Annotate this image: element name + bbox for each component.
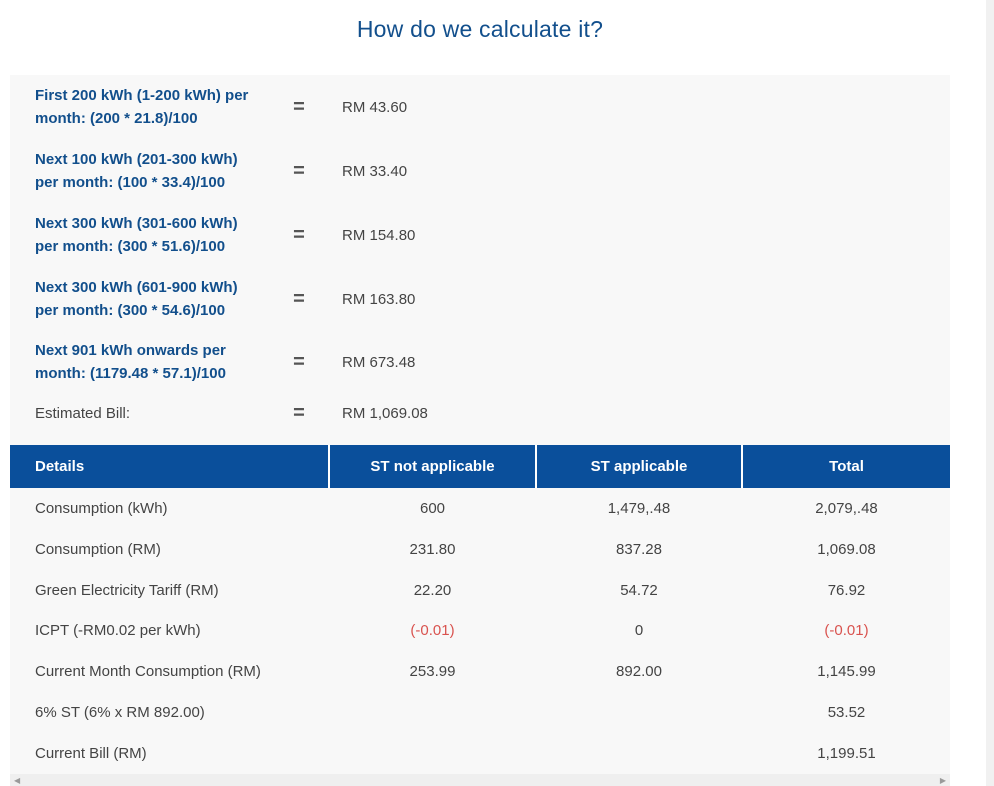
table-body: Consumption (kWh) 600 1,479,.48 2,079,.4… (10, 488, 950, 774)
equals-sign: = (293, 350, 305, 373)
column-header-total: Total (743, 445, 950, 488)
table-cell: 1,199.51 (817, 745, 876, 762)
table-header: Details ST not applicable ST applicable … (10, 445, 950, 488)
table-cell: Current Month Consumption (RM) (35, 663, 261, 680)
table-cell: 600 (419, 500, 446, 517)
table-cell: 231.80 (409, 541, 456, 558)
table-cell: Green Electricity Tariff (RM) (35, 582, 219, 599)
table-row: Current Month Consumption (RM) 253.99 89… (10, 651, 950, 692)
table-cell (330, 692, 535, 733)
calc-value: RM 154.80 (342, 226, 416, 244)
calc-label: Next 901 kWh onwards per month: (1179.48 … (35, 342, 226, 382)
calc-value: RM 673.48 (342, 353, 416, 371)
bill-breakdown-table: Details ST not applicable ST applicable … (10, 445, 950, 774)
calc-label: Next 300 kWh (601-900 kWh) per month: (30… (35, 279, 238, 319)
table-row: Consumption (kWh) 600 1,479,.48 2,079,.4… (10, 488, 950, 529)
calc-value: RM 33.40 (342, 162, 408, 180)
table-cell: 0 (634, 622, 644, 639)
table-cell: 1,145.99 (817, 663, 876, 680)
table-cell: 837.28 (616, 541, 662, 558)
column-header-st-applicable: ST applicable (537, 445, 741, 488)
calc-value: RM 163.80 (342, 290, 416, 308)
table-cell: 1,069.08 (817, 541, 876, 558)
table-cell: 1,479,.48 (607, 500, 671, 517)
table-cell: 892.00 (616, 663, 662, 680)
table-cell-negative: (-0.01) (824, 622, 869, 639)
equals-sign: = (293, 159, 305, 182)
calc-row-next-300-b: Next 300 kWh (601-900 kWh) per month: (30… (10, 275, 950, 323)
table-cell: 53.52 (827, 704, 866, 721)
table-row: Green Electricity Tariff (RM) 22.20 54.7… (10, 570, 950, 611)
estimated-bill-value: RM 1,069.08 (342, 404, 428, 422)
calc-row-next-300-a: Next 300 kWh (301-600 kWh) per month: (30… (10, 211, 950, 259)
table-cell: 253.99 (409, 663, 456, 680)
table-cell: Consumption (RM) (35, 541, 161, 558)
vertical-scrollbar[interactable] (986, 0, 994, 786)
calculation-panel: First 200 kWh (1-200 kWh) per month: (200… (10, 75, 950, 445)
calc-label: Next 300 kWh (301-600 kWh) per month: (30… (35, 215, 238, 255)
table-cell (330, 733, 535, 774)
calc-row-estimated-bill: Estimated Bill: = RM 1,069.08 (10, 401, 950, 425)
calc-row-next-100: Next 100 kWh (201-300 kWh) per month: (10… (10, 147, 950, 195)
table-cell: Current Bill (RM) (35, 745, 147, 762)
equals-sign: = (293, 95, 305, 118)
table-row: 6% ST (6% x RM 892.00) 53.52 (10, 692, 950, 733)
calc-value: RM 43.60 (342, 98, 408, 116)
table-row: Current Bill (RM) 1,199.51 (10, 733, 950, 774)
table-row: Consumption (RM) 231.80 837.28 1,069.08 (10, 529, 950, 570)
scroll-right-icon[interactable]: ▶ (940, 776, 946, 785)
table-cell: 54.72 (620, 582, 658, 599)
calc-row-first-200: First 200 kWh (1-200 kWh) per month: (200… (10, 83, 950, 131)
calc-row-901-onwards: Next 901 kWh onwards per month: (1179.48 … (10, 338, 950, 386)
equals-sign: = (293, 287, 305, 310)
estimated-bill-label: Estimated Bill: (35, 404, 131, 422)
table-row: ICPT (-RM0.02 per kWh) (-0.01) 0 (-0.01) (10, 610, 950, 651)
horizontal-scrollbar[interactable]: ◀ ▶ (10, 774, 950, 786)
equals-sign: = (293, 401, 305, 424)
column-header-st-not-applicable: ST not applicable (330, 445, 535, 488)
table-cell: Consumption (kWh) (35, 500, 168, 517)
calc-label: Next 100 kWh (201-300 kWh) per month: (10… (35, 151, 238, 191)
table-cell: 22.20 (413, 582, 452, 599)
page-title: How do we calculate it? (356, 16, 604, 42)
table-cell (537, 692, 741, 733)
table-cell (537, 733, 741, 774)
equals-sign: = (293, 223, 305, 246)
table-cell: ICPT (-RM0.02 per kWh) (35, 622, 201, 639)
table-cell: 6% ST (6% x RM 892.00) (35, 704, 205, 721)
table-cell: 2,079,.48 (815, 500, 878, 517)
table-cell-negative: (-0.01) (410, 622, 455, 639)
table-cell: 76.92 (827, 582, 866, 599)
calc-label: First 200 kWh (1-200 kWh) per month: (200… (35, 87, 249, 127)
column-header-details: Details (10, 445, 328, 488)
scroll-left-icon[interactable]: ◀ (14, 776, 20, 785)
